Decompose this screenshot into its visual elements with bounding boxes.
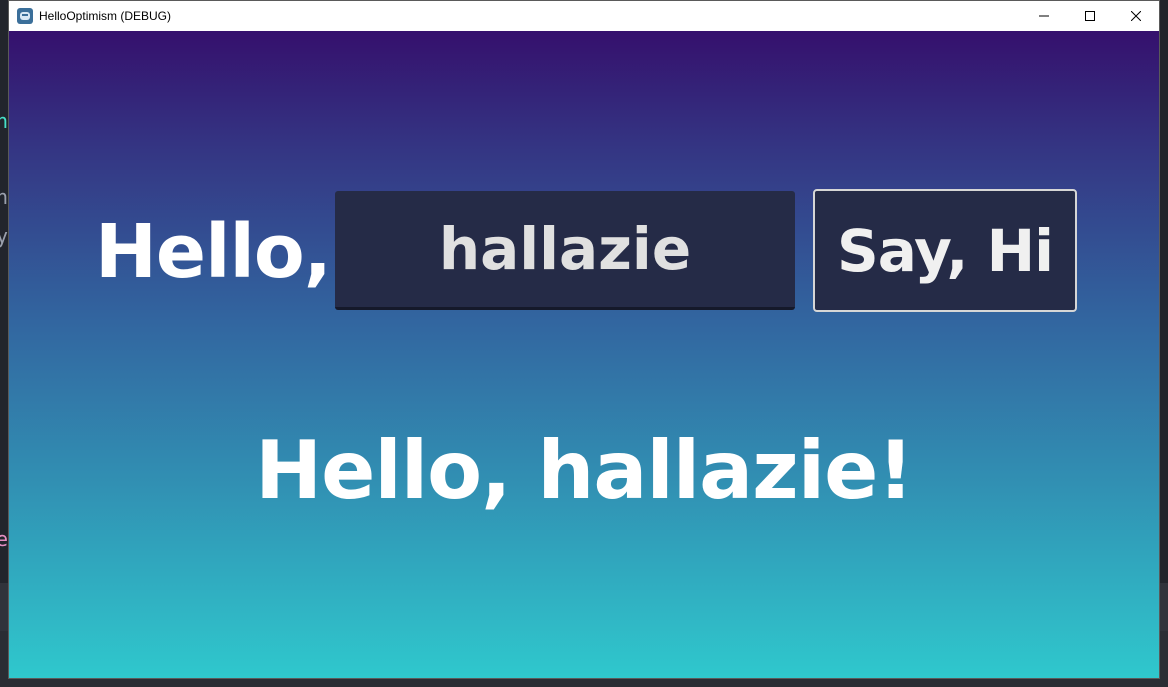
minimize-icon — [1039, 15, 1049, 17]
background-text-fragment: n — [0, 109, 9, 133]
close-icon — [1131, 11, 1141, 21]
background-text-fragment: y — [0, 224, 9, 248]
name-input[interactable]: hallazie — [335, 191, 795, 310]
close-button[interactable] — [1113, 1, 1159, 31]
title-bar[interactable]: HelloOptimism (DEBUG) — [9, 1, 1159, 31]
app-window: HelloOptimism (DEBUG) Hello, hallazie Sa… — [8, 0, 1160, 679]
maximize-icon — [1085, 11, 1095, 21]
greeting-label: Hello, hallazie! — [255, 424, 914, 517]
app-canvas: Hello, hallazie Say, Hi Hello, hallazie! — [9, 31, 1159, 678]
background-text-fragment: n — [0, 185, 9, 209]
godot-engine-icon — [17, 8, 33, 24]
background-text-fragment: e — [0, 527, 9, 551]
window-controls — [1021, 1, 1159, 31]
minimize-button[interactable] — [1021, 1, 1067, 31]
say-hi-button[interactable]: Say, Hi — [813, 189, 1077, 312]
maximize-button[interactable] — [1067, 1, 1113, 31]
window-title: HelloOptimism (DEBUG) — [39, 9, 172, 23]
hello-label: Hello, — [95, 209, 332, 295]
